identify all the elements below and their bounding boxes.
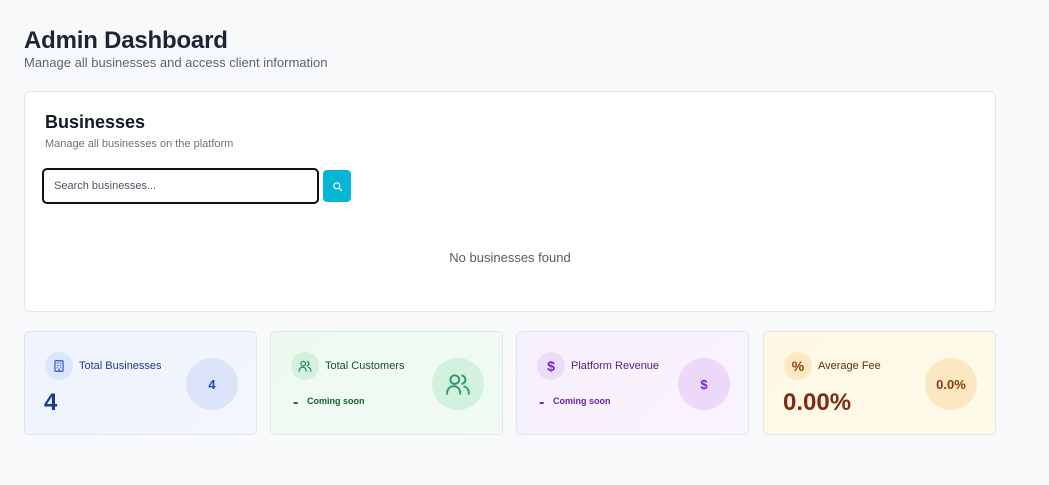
users-icon bbox=[432, 358, 484, 410]
search-input[interactable] bbox=[42, 168, 319, 204]
businesses-title: Businesses bbox=[45, 112, 146, 132]
stat-card-total-businesses: Total Businesses 4 4 bbox=[24, 331, 257, 435]
stat-value: 4 bbox=[44, 389, 58, 416]
percent-icon: % bbox=[784, 352, 812, 380]
search-button[interactable] bbox=[323, 170, 351, 202]
stat-badge: $ bbox=[678, 358, 730, 410]
stat-value: - bbox=[293, 394, 299, 411]
stat-label: Platform Revenue bbox=[571, 360, 660, 372]
stat-badge: 4 bbox=[186, 358, 238, 410]
stat-badge: 0.0% bbox=[925, 358, 977, 410]
stat-value: 0.00% bbox=[783, 389, 852, 416]
stat-card-platform-revenue: $ Platform Revenue - Coming soon $ bbox=[516, 331, 749, 435]
stat-note: Coming soon bbox=[553, 396, 611, 406]
page-title: Admin Dashboard bbox=[24, 27, 228, 54]
search-icon bbox=[332, 181, 342, 191]
stat-label: Average Fee bbox=[818, 360, 881, 372]
stat-note: Coming soon bbox=[307, 396, 365, 406]
admin-dashboard-page: Admin Dashboard Manage all businesses an… bbox=[0, 0, 1049, 485]
users-icon bbox=[291, 352, 319, 380]
page-subtitle: Manage all businesses and access client … bbox=[24, 55, 328, 70]
businesses-card: Businesses Manage all businesses on the … bbox=[24, 91, 996, 312]
stat-card-average-fee: % Average Fee 0.00% 0.0% bbox=[763, 331, 996, 435]
stat-label: Total Customers bbox=[325, 360, 405, 372]
stat-label: Total Businesses bbox=[79, 360, 162, 372]
building-icon bbox=[45, 352, 73, 380]
empty-state-text: No businesses found bbox=[449, 250, 571, 265]
businesses-subtitle: Manage all businesses on the platform bbox=[45, 138, 234, 150]
stat-value: - bbox=[539, 394, 545, 411]
dollar-icon: $ bbox=[537, 352, 565, 380]
stat-card-total-customers: Total Customers - Coming soon bbox=[270, 331, 503, 435]
